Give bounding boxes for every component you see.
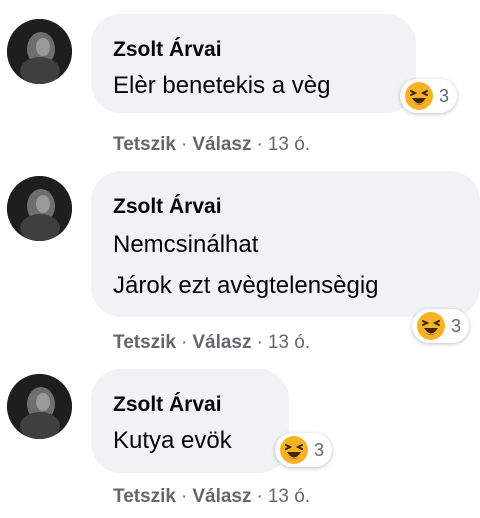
reaction-summary[interactable]: 3 <box>275 433 333 467</box>
comment-timestamp[interactable]: 13 ó. <box>268 332 310 353</box>
comment-text: Kutya evök <box>113 427 232 454</box>
comment-actions: Tetszik · Válasz · 13 ó. <box>113 332 310 354</box>
reaction-count: 3 <box>451 315 462 336</box>
comment-author[interactable]: Zsolt Árvai <box>113 38 222 62</box>
separator: · <box>256 332 263 353</box>
comment-text: Elèr benetekis a vèg <box>113 72 331 99</box>
comment-bubble: Zsolt Árvai Elèr benetekis a vèg <box>91 14 416 113</box>
like-button[interactable]: Tetszik <box>113 486 176 507</box>
comment-text-line: Járok ezt avègtelensègig <box>113 272 379 299</box>
reply-button[interactable]: Válasz <box>192 332 251 353</box>
reaction-summary[interactable]: 3 <box>412 309 470 343</box>
comment-actions: Tetszik · Válasz · 13 ó. <box>113 134 310 156</box>
comment-bubble: Zsolt Árvai Kutya evök <box>91 369 289 473</box>
reply-button[interactable]: Válasz <box>192 486 251 507</box>
avatar-photo <box>7 176 72 241</box>
avatar-photo <box>7 374 72 439</box>
like-button[interactable]: Tetszik <box>113 332 176 353</box>
comment-author[interactable]: Zsolt Árvai <box>113 393 222 417</box>
reaction-count: 3 <box>314 439 325 460</box>
haha-icon <box>280 436 308 464</box>
reaction-summary[interactable]: 3 <box>400 79 458 113</box>
reply-button[interactable]: Válasz <box>192 134 251 155</box>
comment-timestamp[interactable]: 13 ó. <box>268 486 310 507</box>
avatar[interactable] <box>7 176 72 241</box>
comment-bubble: Zsolt Árvai Nemcsinálhat Járok ezt avègt… <box>91 171 480 317</box>
comment-actions: Tetszik · Válasz · 13 ó. <box>113 486 310 508</box>
avatar-photo <box>7 19 72 84</box>
haha-icon <box>405 82 433 110</box>
avatar[interactable] <box>7 374 72 439</box>
haha-icon <box>417 312 445 340</box>
like-button[interactable]: Tetszik <box>113 134 176 155</box>
separator: · <box>181 332 188 353</box>
separator: · <box>181 486 188 507</box>
separator: · <box>181 134 188 155</box>
separator: · <box>256 486 263 507</box>
avatar[interactable] <box>7 19 72 84</box>
reaction-count: 3 <box>439 85 450 106</box>
separator: · <box>256 134 263 155</box>
comment-author[interactable]: Zsolt Árvai <box>113 195 222 219</box>
comment-text-line: Nemcsinálhat <box>113 231 259 258</box>
comment-timestamp[interactable]: 13 ó. <box>268 134 310 155</box>
